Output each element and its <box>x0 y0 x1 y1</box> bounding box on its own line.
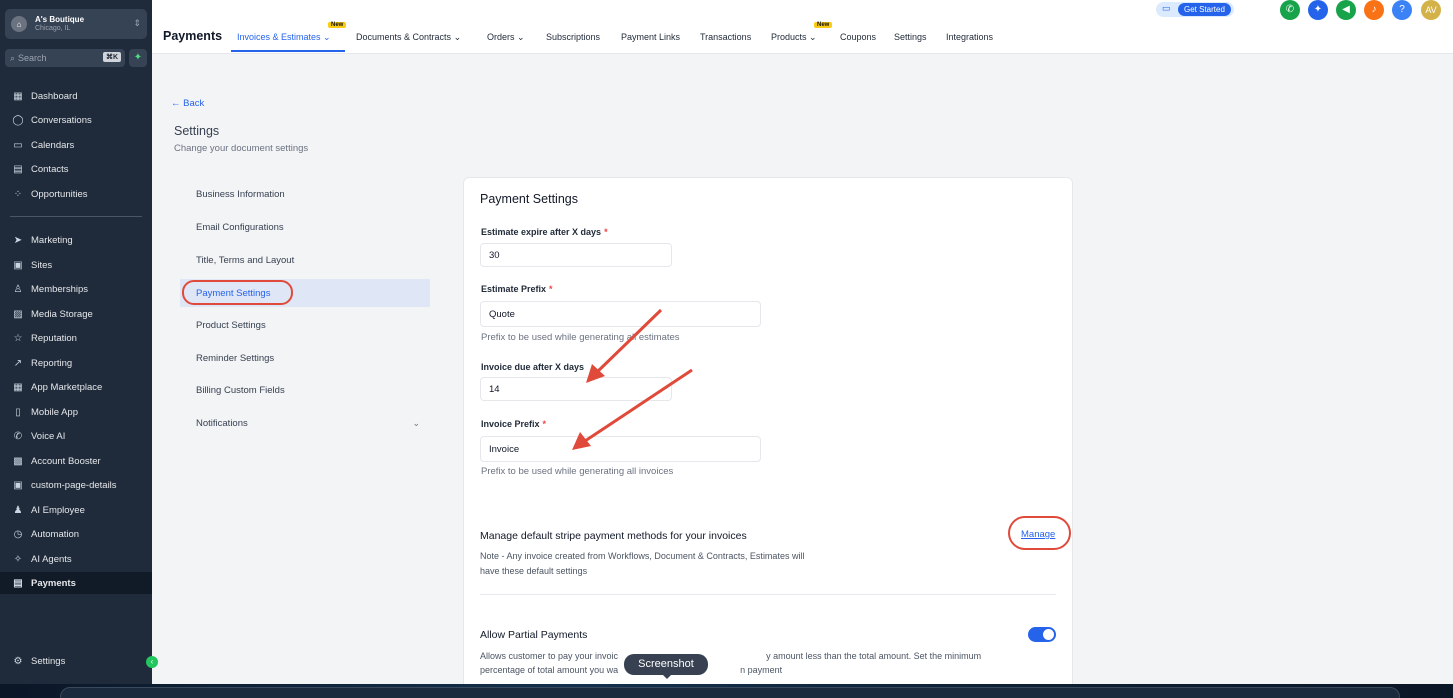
screenshot-tooltip: Screenshot <box>624 654 708 675</box>
annotation-arrowhead-2 <box>572 432 591 450</box>
annotation-arrow-2 <box>581 368 693 445</box>
sidebar-collapse-icon[interactable]: ‹ <box>146 656 158 668</box>
tooltip-pointer <box>662 674 672 679</box>
dock-bar <box>0 684 1453 698</box>
annotation-arrow-1 <box>592 308 663 377</box>
annotation-arrows <box>572 308 693 450</box>
